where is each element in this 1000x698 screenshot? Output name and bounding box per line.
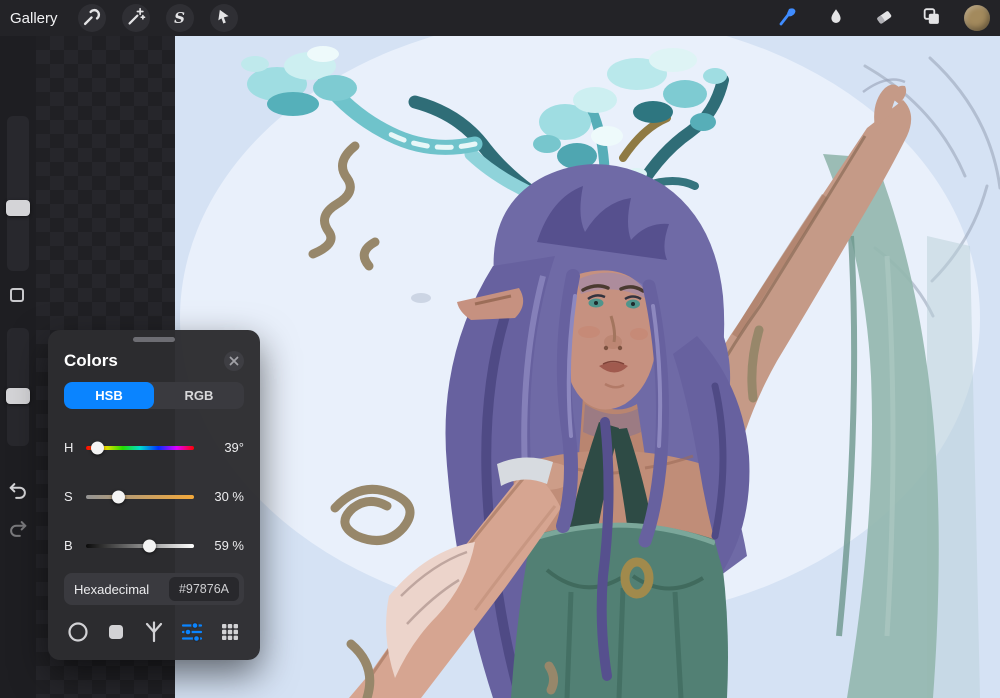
saturation-label: S	[64, 489, 73, 504]
hue-knob[interactable]	[91, 441, 105, 454]
layers-button[interactable]	[916, 3, 948, 33]
close-icon	[229, 354, 239, 369]
brightness-label: B	[64, 538, 73, 553]
smudge-icon	[825, 6, 847, 31]
saturation-slider[interactable]	[86, 490, 194, 503]
hexadecimal-label: Hexadecimal	[74, 581, 150, 597]
panel-drag-handle[interactable]	[133, 337, 175, 342]
opacity-slider[interactable]	[7, 328, 29, 446]
close-button[interactable]	[224, 351, 244, 371]
artwork	[175, 36, 1000, 698]
hue-value: 39°	[224, 440, 244, 455]
gallery-button[interactable]: Gallery	[10, 10, 58, 27]
undo-button[interactable]	[6, 480, 30, 504]
value-sliders-icon	[180, 620, 204, 647]
harmony-icon	[142, 620, 166, 647]
color-panel-modes	[64, 620, 244, 646]
actions-button[interactable]	[77, 4, 106, 32]
color-mode-disc-button[interactable]	[65, 620, 91, 646]
saturation-slider-row: S 30 %	[64, 472, 244, 521]
brush-size-handle[interactable]	[6, 200, 30, 216]
paint-tool-button[interactable]	[772, 3, 804, 33]
wrench-icon	[81, 6, 103, 31]
saturation-knob[interactable]	[111, 490, 125, 503]
brightness-slider[interactable]	[86, 539, 194, 552]
opacity-handle[interactable]	[6, 388, 30, 404]
classic-square-icon	[104, 620, 128, 647]
eraser-icon	[873, 6, 895, 31]
modify-button[interactable]	[10, 288, 24, 302]
tab-hsb[interactable]: HSB	[64, 382, 154, 409]
magic-wand-icon	[125, 6, 147, 31]
panel-title: Colors	[64, 351, 118, 370]
canvas[interactable]	[175, 36, 1000, 698]
brush-icon	[776, 5, 800, 32]
color-mode-harmony-button[interactable]	[141, 620, 167, 646]
color-mode-tabs: HSB RGB	[64, 382, 244, 409]
top-toolbar: Gallery S	[0, 0, 1000, 36]
toolbar-left-group: Gallery S	[10, 4, 238, 32]
saturation-value: 30 %	[214, 489, 244, 504]
transform-arrow-icon	[214, 7, 234, 30]
color-mode-palettes-button[interactable]	[217, 620, 243, 646]
palettes-grid-icon	[218, 620, 242, 647]
smudge-tool-button[interactable]	[820, 3, 852, 33]
panel-header: Colors	[64, 349, 244, 373]
side-toolbar	[0, 36, 36, 698]
undo-arrow-icon	[7, 480, 29, 505]
transform-button[interactable]	[209, 4, 238, 32]
active-color-swatch[interactable]	[964, 5, 990, 31]
tab-rgb[interactable]: RGB	[154, 382, 244, 409]
procreate-window: Gallery S Colors HSB RGB H 39° S 30 % B …	[0, 0, 1000, 698]
erase-tool-button[interactable]	[868, 3, 900, 33]
brightness-knob[interactable]	[143, 539, 157, 552]
brightness-slider-row: B 59 %	[64, 521, 244, 570]
disc-icon	[66, 620, 90, 647]
hue-slider[interactable]	[86, 441, 194, 454]
hue-slider-row: H 39°	[64, 423, 244, 472]
dress	[511, 522, 728, 698]
hue-label: H	[64, 440, 74, 455]
brush-size-slider[interactable]	[7, 116, 29, 271]
redo-button[interactable]	[6, 518, 30, 542]
hex-value-field[interactable]: #97876A	[168, 577, 239, 601]
selection-button[interactable]: S	[165, 4, 194, 32]
toolbar-right-group	[772, 3, 990, 33]
color-mode-classic-button[interactable]	[103, 620, 129, 646]
redo-arrow-icon	[7, 518, 29, 543]
adjustments-button[interactable]	[121, 4, 150, 32]
hexadecimal-row: Hexadecimal #97876A	[64, 573, 244, 605]
color-mode-value-button[interactable]	[179, 620, 205, 646]
colors-panel: Colors HSB RGB H 39° S 30 % B 59 % Hexad…	[48, 330, 260, 660]
layers-icon	[921, 6, 943, 31]
brightness-value: 59 %	[214, 538, 244, 553]
selection-s-icon: S	[174, 8, 185, 27]
